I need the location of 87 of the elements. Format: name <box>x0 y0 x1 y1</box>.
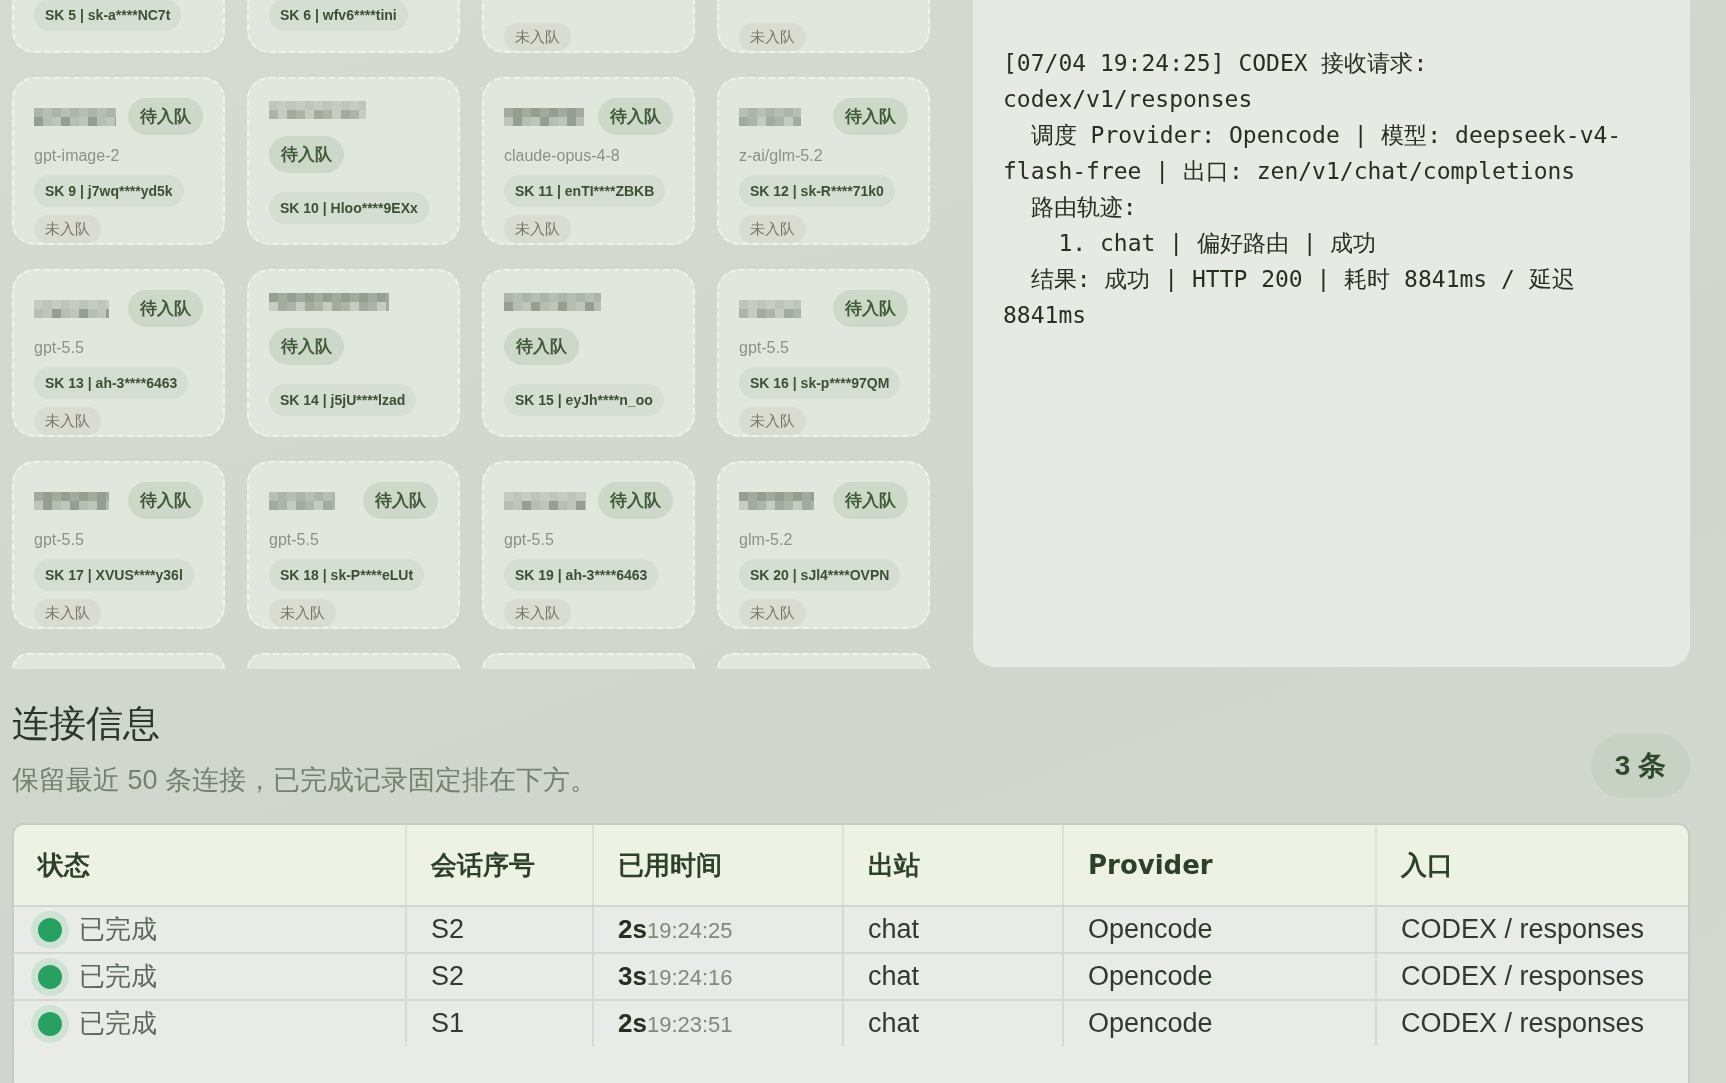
elapsed-time: 3s <box>618 961 647 991</box>
queue-state-chip: 未入队 <box>504 23 571 51</box>
model-name: gpt-5.5 <box>739 338 789 358</box>
api-key-pill: SK 12 | sk-R****71k0 <box>739 175 895 207</box>
pixelated-redaction <box>269 491 335 510</box>
model-name: gpt-5.5 <box>34 338 84 358</box>
status-dot-icon <box>31 957 69 996</box>
table-cell: Opencode <box>1063 953 1376 1000</box>
api-key-pill: SK 20 | sJl4****OVPN <box>739 559 901 591</box>
log-line: 路由轨迹: <box>1029 193 1138 222</box>
count-badge: 3 条 <box>1590 734 1690 798</box>
api-key-pill: SK 5 | sk-a****NC7t <box>34 0 182 31</box>
queue-status-badge: 待入队 <box>128 290 203 327</box>
queue-status-badge: 待入队 <box>833 482 908 519</box>
table-cell: CODEX / responses <box>1376 906 1688 953</box>
table-cell: S1 <box>406 1000 593 1046</box>
section-subtitle: 保留最近 50 条连接，已完成记录固定排在下方。 <box>12 764 598 797</box>
column-header: Provider <box>1063 825 1376 906</box>
column-header: 会话序号 <box>406 825 593 906</box>
status-dot-icon <box>31 1004 69 1043</box>
status-text: 已完成 <box>79 913 157 946</box>
table-cell: chat <box>843 1000 1063 1046</box>
api-key-pill: SK 9 | j7wq****yd5k <box>34 175 184 207</box>
model-name: gpt-5.5 <box>34 530 84 550</box>
log-line: 1. chat | 偏好路由 | 成功 <box>1057 229 1378 258</box>
table-cell: Opencode <box>1063 1000 1376 1046</box>
queue-status-badge: 待入队 <box>363 482 438 519</box>
column-header: 出站 <box>843 825 1063 906</box>
section-title: 连接信息 <box>12 702 161 745</box>
table-cell: CODEX / responses <box>1376 1000 1688 1046</box>
queue-status-badge: 待入队 <box>128 482 203 519</box>
table-cell: Opencode <box>1063 906 1376 953</box>
queue-state-chip: 未入队 <box>34 407 101 435</box>
table-cell: chat <box>843 906 1063 953</box>
model-name: z-ai/glm-5.2 <box>739 146 823 166</box>
queue-status-badge: 待入队 <box>833 290 908 327</box>
queue-state-chip: 未入队 <box>504 215 571 243</box>
status-dot-icon <box>31 910 69 949</box>
status-text: 已完成 <box>79 960 157 993</box>
queue-state-chip: 未入队 <box>739 599 806 627</box>
log-line: 结果: 成功 | HTTP 200 | 耗时 8841ms / 延迟 8841ms <box>1003 265 1576 330</box>
model-name: gpt-image-2 <box>34 146 120 166</box>
queue-state-chip: 未入队 <box>739 407 806 435</box>
elapsed-time: 2s <box>618 914 647 944</box>
queue-state-chip: 未入队 <box>739 215 806 243</box>
queue-status-badge: 待入队 <box>128 98 203 135</box>
api-key-pill: SK 17 | XVUS****y36l <box>34 559 194 591</box>
model-name: glm-5.2 <box>739 530 793 550</box>
queue-status-badge: 待入队 <box>833 98 908 135</box>
api-key-pill: SK 16 | sk-p****97QM <box>739 367 901 399</box>
pixelated-redaction <box>739 107 801 126</box>
api-key-pill: SK 18 | sk-P****eLUt <box>269 559 425 591</box>
column-header: 状态 <box>14 825 406 906</box>
queue-status-badge: 待入队 <box>269 328 344 365</box>
column-header: 入口 <box>1376 825 1688 906</box>
queue-state-chip: 未入队 <box>34 599 101 627</box>
start-time: 19:23:51 <box>646 1012 733 1037</box>
elapsed-time: 2s <box>618 1008 647 1038</box>
api-key-pill: SK 19 | ah-3****6463 <box>504 559 659 591</box>
model-name: gpt-5.5 <box>269 530 319 550</box>
table-cell: S2 <box>406 953 593 1000</box>
api-key-pill: SK 11 | enTI****ZBKB <box>504 175 666 207</box>
queue-status-badge: 待入队 <box>269 136 344 173</box>
log-line: 调度 Provider: Opencode | 模型: deepseek-v4-flash-free | 出口: zen/v1/chat/completions <box>1003 121 1623 186</box>
queue-state-chip: 未入队 <box>504 599 571 627</box>
log-line: [07/04 19:24:25] CODEX 接收请求: codex/v1/responses <box>1003 49 1429 114</box>
queue-state-chip: 未入队 <box>269 599 336 627</box>
api-key-pill: SK 10 | Hloo****9EXx <box>269 192 429 224</box>
queue-status-badge: 待入队 <box>598 482 673 519</box>
table-cell: chat <box>843 953 1063 1000</box>
pixelated-redaction <box>739 299 801 318</box>
api-key-pill: SK 6 | wfv6****tini <box>269 0 408 31</box>
queue-state-chip: 未入队 <box>739 23 806 51</box>
api-key-pill: SK 15 | eyJh****n_oo <box>504 384 664 416</box>
table-cell: S2 <box>406 906 593 953</box>
queue-state-chip: 未入队 <box>34 215 101 243</box>
table-cell: CODEX / responses <box>1376 953 1688 1000</box>
status-text: 已完成 <box>79 1007 157 1040</box>
column-header: 已用时间 <box>593 825 843 906</box>
model-name: gpt-5.5 <box>504 530 554 550</box>
api-key-pill: SK 13 | ah-3****6463 <box>34 367 189 399</box>
queue-status-badge: 待入队 <box>598 98 673 135</box>
model-name: claude-opus-4-8 <box>504 146 620 166</box>
start-time: 19:24:25 <box>646 918 733 943</box>
start-time: 19:24:16 <box>646 965 733 990</box>
api-key-pill: SK 14 | j5jU****lzad <box>269 384 417 416</box>
queue-status-badge: 待入队 <box>504 328 579 365</box>
